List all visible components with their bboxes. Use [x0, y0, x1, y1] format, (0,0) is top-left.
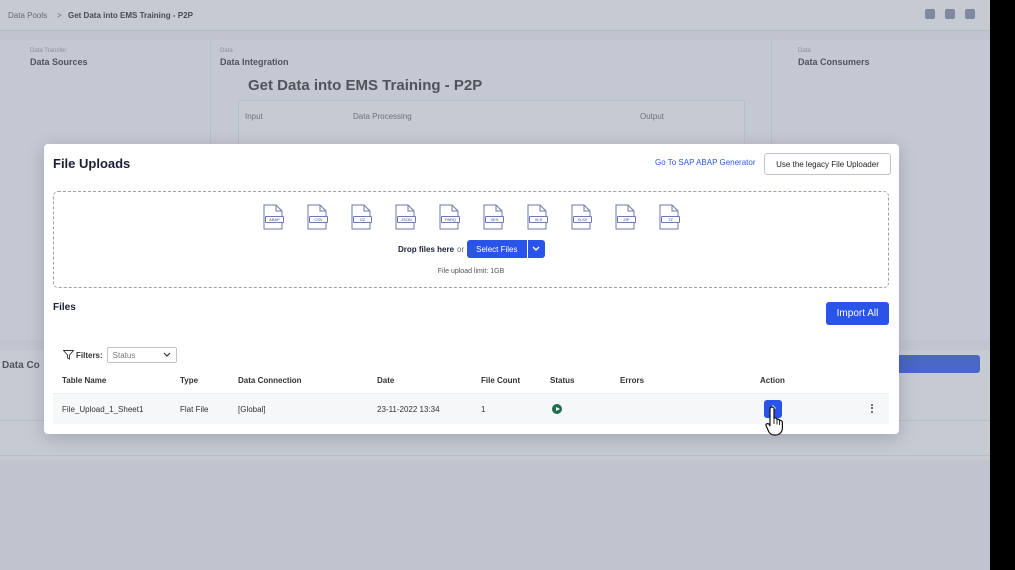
- filters-bar: Filters: Status: [63, 347, 177, 363]
- file-type-label: XES: [485, 216, 504, 223]
- cell-type: Flat File: [180, 405, 209, 414]
- cell-table-name: File_Upload_1_Sheet1: [62, 405, 144, 414]
- cell-file-count: 1: [481, 405, 486, 414]
- sap-abap-generator-link[interactable]: Go To SAP ABAP Generator: [655, 158, 756, 167]
- file-type-label: JSON: [397, 216, 416, 223]
- status-success-icon: [552, 404, 562, 414]
- xes-file-icon: XES: [482, 204, 506, 230]
- drop-row: Drop files here or Select Files: [398, 240, 545, 258]
- file-type-label: XLSX: [573, 216, 592, 223]
- upload-limit-text: File upload limit: 1GB: [437, 268, 505, 275]
- col-file-count[interactable]: File Count: [481, 376, 520, 385]
- files-section-title: Files: [53, 302, 76, 313]
- col-status[interactable]: Status: [550, 376, 574, 385]
- json-file-icon: JSON: [394, 204, 418, 230]
- file-type-icons: ABAP CSV GZ JSON PARQ XES XLS XLSX ZIP 7…: [262, 204, 702, 230]
- 7z-file-icon: 7Z: [658, 204, 682, 230]
- file-type-label: PARQ: [441, 216, 460, 223]
- hand-pointer-cursor-icon: [765, 406, 783, 436]
- abap-file-icon: ABAP: [262, 204, 286, 230]
- status-filter-placeholder: Status: [112, 350, 136, 360]
- cell-date: 23-11-2022 13:34: [377, 405, 440, 414]
- import-all-button[interactable]: Import All: [826, 302, 889, 325]
- modal-title: File Uploads: [53, 156, 131, 171]
- zip-file-icon: ZIP: [614, 204, 638, 230]
- chevron-down-icon: [163, 352, 171, 357]
- filters-label: Filters:: [76, 350, 103, 360]
- file-type-label: GZ: [353, 216, 372, 223]
- col-action: Action: [760, 376, 785, 385]
- file-type-label: ABAP: [265, 216, 284, 223]
- row-more-menu-icon[interactable]: [871, 402, 875, 414]
- file-uploads-modal: File Uploads Go To SAP ABAP Generator Us…: [44, 144, 899, 434]
- drop-or-text: or: [457, 244, 465, 254]
- parquet-file-icon: PARQ: [438, 204, 462, 230]
- table-row[interactable]: File_Upload_1_Sheet1 Flat File [Global] …: [53, 393, 889, 424]
- col-table-name[interactable]: Table Name: [62, 376, 106, 385]
- file-type-label: 7Z: [661, 216, 680, 223]
- file-drop-zone[interactable]: ABAP CSV GZ JSON PARQ XES XLS XLSX ZIP 7…: [53, 191, 889, 288]
- col-data-connection[interactable]: Data Connection: [238, 376, 302, 385]
- file-type-label: CSV: [309, 216, 328, 223]
- xls-file-icon: XLS: [526, 204, 550, 230]
- legacy-uploader-button[interactable]: Use the legacy File Uploader: [764, 153, 891, 175]
- select-files-button[interactable]: Select Files: [467, 240, 527, 258]
- filter-icon: [63, 350, 74, 360]
- col-date[interactable]: Date: [377, 376, 394, 385]
- gz-file-icon: GZ: [350, 204, 374, 230]
- screen-edge: [990, 0, 1015, 570]
- col-errors[interactable]: Errors: [620, 376, 644, 385]
- select-files-dropdown[interactable]: [527, 240, 545, 258]
- col-type[interactable]: Type: [180, 376, 198, 385]
- csv-file-icon: CSV: [306, 204, 330, 230]
- file-type-label: XLS: [529, 216, 548, 223]
- cell-data-connection: [Global]: [238, 405, 266, 414]
- chevron-down-icon: [532, 246, 540, 251]
- xlsx-file-icon: XLSX: [570, 204, 594, 230]
- drop-files-text: Drop files here: [398, 244, 455, 254]
- status-filter-select[interactable]: Status: [106, 347, 177, 363]
- file-type-label: ZIP: [617, 216, 636, 223]
